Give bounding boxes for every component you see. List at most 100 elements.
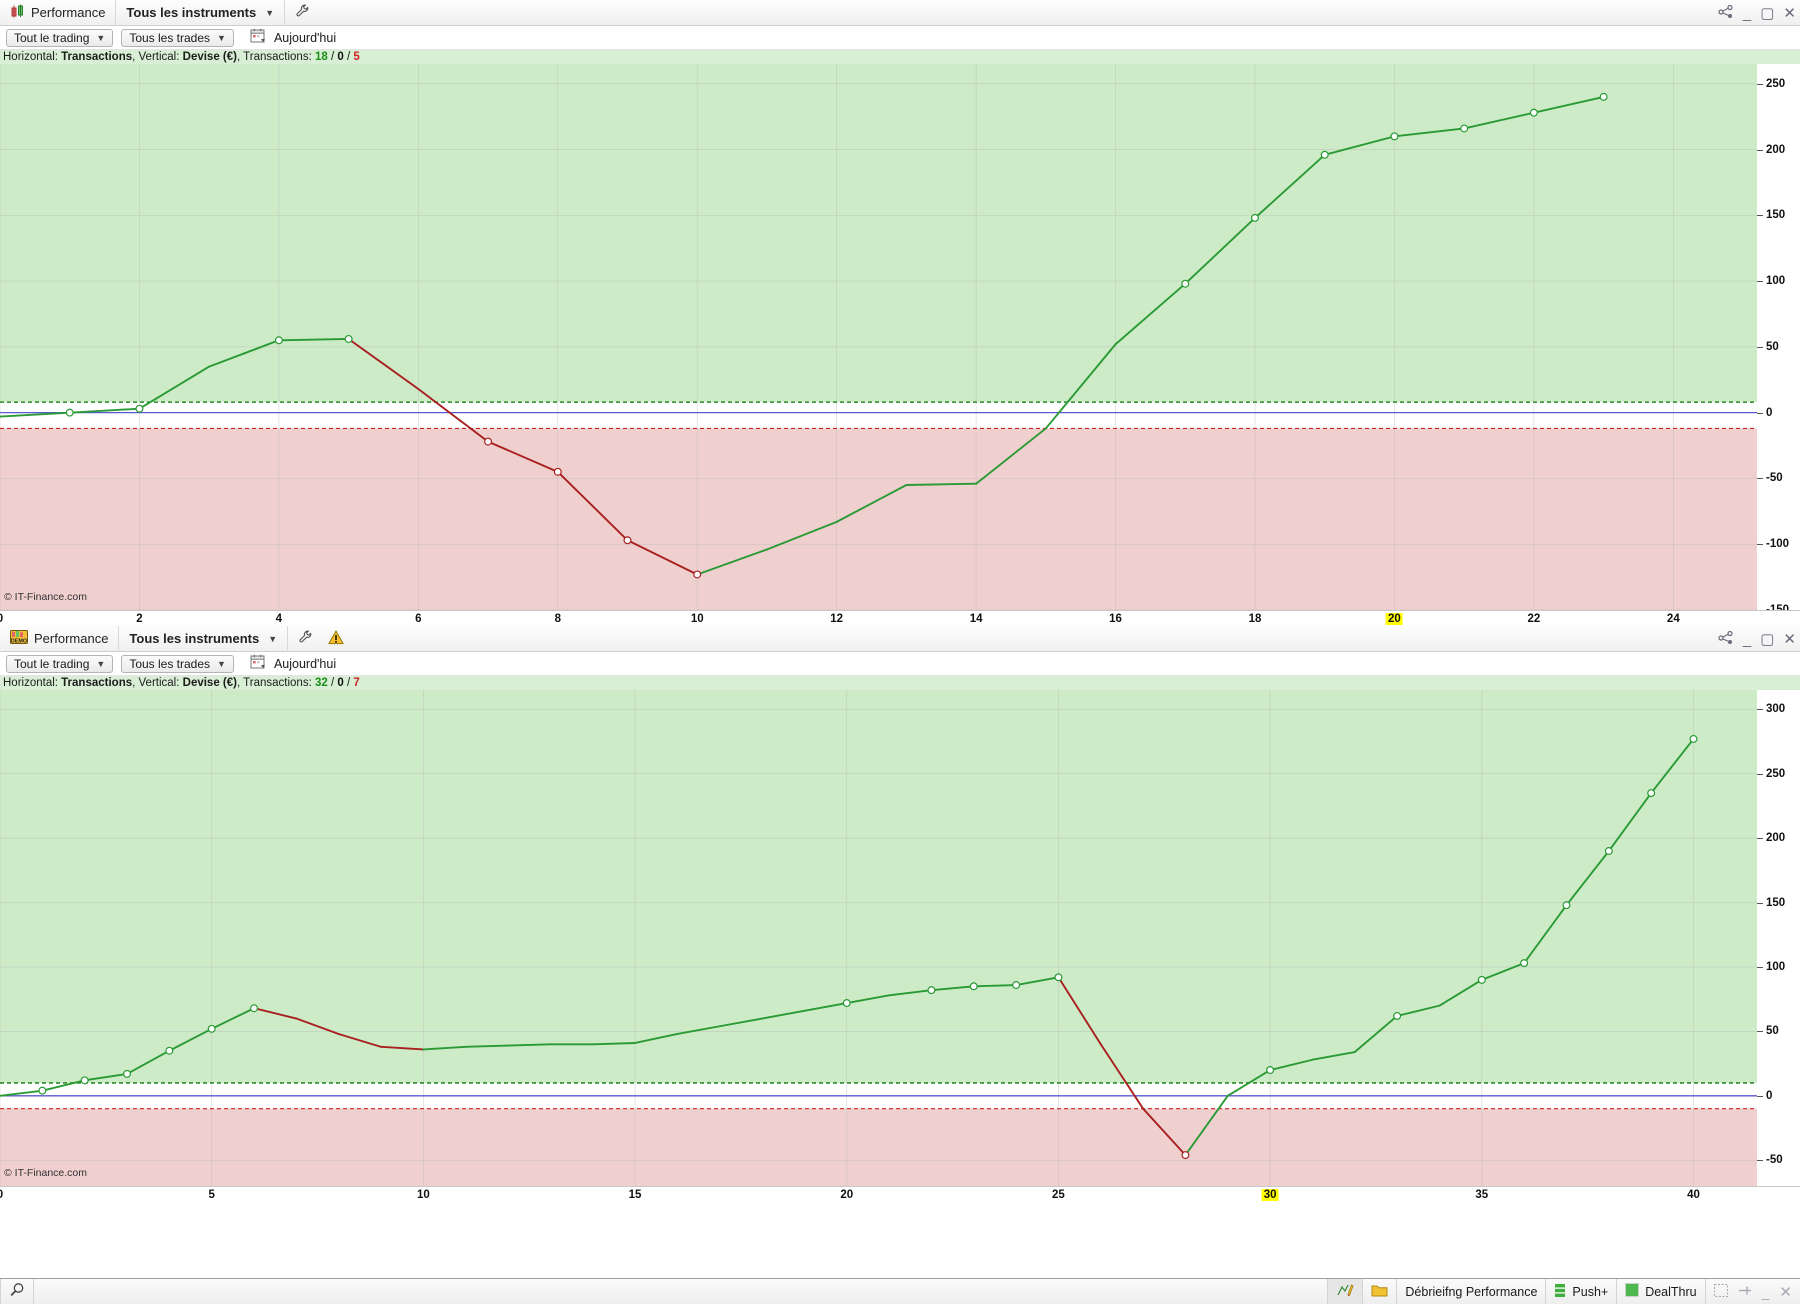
y-tick-mark — [1757, 1096, 1763, 1097]
panel-bottom-instrument-selector[interactable]: Tous les instruments ▼ — [119, 626, 288, 652]
panel-bottom-chart[interactable]: © IT-Finance.com 300250200150100500-50 0… — [0, 690, 1800, 1278]
y-tick-label: -50 — [1766, 472, 1783, 484]
y-tick-mark — [1757, 838, 1763, 839]
status-flag-button[interactable] — [1363, 1279, 1397, 1304]
panel-bottom-y-axis: 300250200150100500-50 — [1757, 690, 1800, 1186]
y-tick-mark — [1757, 1160, 1763, 1161]
y-tick-label: 300 — [1766, 703, 1785, 715]
magnifier-icon — [9, 1282, 25, 1301]
trades-filter-button[interactable]: Tous les trades ▼ — [121, 29, 234, 47]
y-tick-label: 0 — [1766, 1090, 1772, 1102]
trades-filter-button[interactable]: Tous les trades ▼ — [121, 655, 234, 673]
panel-top-titlebar: Performance Tous les instruments ▼ — [0, 0, 1800, 26]
chevron-down-icon: ▼ — [96, 33, 105, 43]
x-tick-label: 25 — [1052, 1189, 1065, 1201]
maximize-button[interactable]: ▢ — [1760, 6, 1774, 21]
y-tick-label: 150 — [1766, 897, 1785, 909]
x-tick-label: 8 — [555, 613, 561, 625]
status-debriefing-label: Débrieifng Performance — [1405, 1285, 1537, 1299]
panel-top-chart[interactable]: © IT-Finance.com 250200150100500-50-100-… — [0, 64, 1800, 626]
panel-top-toolbar: Tout le trading ▼ Tous les trades ▼ — [0, 26, 1800, 50]
y-tick-label: 200 — [1766, 832, 1785, 844]
info-horizontal-label: Horizontal: — [3, 677, 58, 689]
pencil-chart-icon — [1336, 1282, 1354, 1301]
x-tick-label: 14 — [970, 613, 983, 625]
minimize-button[interactable]: _ — [1743, 632, 1751, 647]
panel-bottom-x-axis: 0510152025303540 — [0, 1186, 1800, 1208]
panel-top-plot-area[interactable] — [0, 64, 1757, 610]
info-horizontal-value: Transactions — [61, 677, 132, 689]
y-tick-label: 250 — [1766, 768, 1785, 780]
demo-badge-icon: DEMO — [10, 630, 28, 647]
status-push-item[interactable]: Push+ — [1546, 1279, 1617, 1304]
x-tick-label: 35 — [1475, 1189, 1488, 1201]
y-tick-mark — [1757, 709, 1763, 710]
close-button[interactable]: ✕ — [1783, 632, 1796, 647]
panel-top-instrument-selector[interactable]: Tous les instruments ▼ — [116, 0, 285, 26]
info-breakeven: 0 — [337, 51, 343, 63]
y-tick-mark — [1757, 84, 1763, 85]
panel-bottom-tools[interactable] — [288, 626, 354, 652]
status-annotate-button[interactable] — [1328, 1279, 1363, 1304]
y-tick-label: 250 — [1766, 78, 1785, 90]
y-tick-mark — [1757, 281, 1763, 282]
chevron-down-icon: ▼ — [96, 659, 105, 669]
status-push-label: Push+ — [1572, 1285, 1608, 1299]
panel-top-y-axis: 250200150100500-50-100-150 — [1757, 64, 1800, 610]
info-wins: 32 — [315, 677, 328, 689]
trading-filter-button[interactable]: Tout le trading ▼ — [6, 655, 113, 673]
x-tick-label: 10 — [691, 613, 704, 625]
status-dealthru-item[interactable]: DealThru — [1617, 1279, 1705, 1304]
info-horizontal-value: Transactions — [61, 51, 132, 63]
status-dealthru-label: DealThru — [1645, 1285, 1696, 1299]
period-label: Aujourd'hui — [274, 31, 336, 45]
y-tick-mark — [1757, 774, 1763, 775]
status-search-button[interactable] — [0, 1279, 34, 1304]
panel-bottom-plot-area[interactable] — [0, 690, 1757, 1186]
trading-filter-button[interactable]: Tout le trading ▼ — [6, 29, 113, 47]
info-vertical-value: Devise (€) — [183, 51, 237, 63]
x-tick-label: 16 — [1109, 613, 1122, 625]
pin-button[interactable] — [1738, 1284, 1752, 1300]
candlestick-icon — [10, 4, 25, 22]
y-tick-mark — [1757, 1031, 1763, 1032]
x-tick-label: 22 — [1527, 613, 1540, 625]
close-button[interactable]: ✕ — [1779, 1283, 1792, 1301]
status-debriefing-item[interactable]: Débrieifng Performance — [1397, 1279, 1546, 1304]
period-selector[interactable]: Aujourd'hui — [250, 654, 336, 673]
share-icon[interactable] — [1718, 631, 1734, 648]
status-window-controls[interactable]: _ ✕ — [1706, 1283, 1800, 1301]
trading-filter-label: Tout le trading — [14, 31, 89, 45]
panel-top-window-controls[interactable]: _ ▢ ✕ — [1718, 0, 1796, 26]
minimize-button[interactable]: _ — [1762, 1284, 1770, 1300]
chevron-down-icon: ▼ — [268, 634, 277, 644]
chevron-down-icon: ▼ — [217, 33, 226, 43]
performance-panel-top: Performance Tous les instruments ▼ — [0, 0, 1800, 626]
trading-filter-label: Tout le trading — [14, 657, 89, 671]
maximize-button[interactable]: ▢ — [1760, 632, 1774, 647]
info-transactions-label: , Transactions: — [237, 51, 312, 63]
info-losses: 7 — [353, 677, 359, 689]
panel-bottom-toolbar: Tout le trading ▼ Tous les trades ▼ — [0, 652, 1800, 676]
period-label: Aujourd'hui — [274, 657, 336, 671]
y-tick-label: 50 — [1766, 341, 1779, 353]
x-tick-label: 0 — [0, 613, 3, 625]
panel-top-tools[interactable] — [285, 0, 321, 26]
y-tick-mark — [1757, 150, 1763, 151]
restore-button[interactable] — [1714, 1284, 1728, 1300]
panel-bottom-window-controls[interactable]: _ ▢ ✕ — [1718, 626, 1796, 652]
period-selector[interactable]: Aujourd'hui — [250, 28, 336, 47]
info-breakeven: 0 — [337, 677, 343, 689]
trades-filter-label: Tous les trades — [129, 657, 210, 671]
close-button[interactable]: ✕ — [1783, 6, 1796, 21]
warning-triangle-icon[interactable] — [328, 630, 344, 648]
info-vertical-label: , Vertical: — [132, 677, 179, 689]
panel-top-plot-svg — [0, 64, 1757, 610]
wrench-icon — [298, 629, 314, 648]
y-tick-mark — [1757, 478, 1763, 479]
share-icon[interactable] — [1718, 5, 1734, 22]
status-empty-region — [34, 1279, 1328, 1304]
status-bar: Débrieifng Performance Push+ — [0, 1278, 1800, 1304]
y-tick-mark — [1757, 347, 1763, 348]
minimize-button[interactable]: _ — [1743, 6, 1751, 21]
